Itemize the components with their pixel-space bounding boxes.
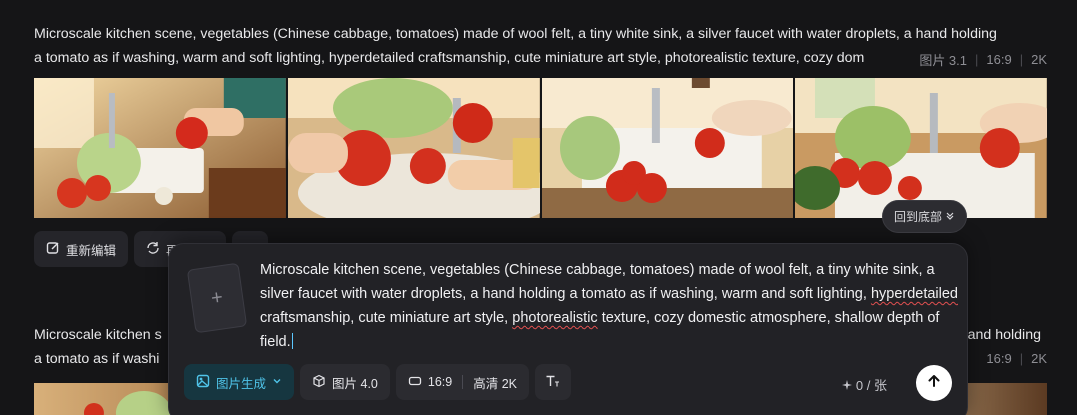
image-mode-icon <box>196 374 210 391</box>
text-caret <box>291 333 293 349</box>
ratio-quality-select[interactable]: 16:9 高清 2K <box>395 364 529 400</box>
prompt-input[interactable]: Microscale kitchen scene, vegetables (Ch… <box>260 258 960 354</box>
model-select[interactable]: 图片 4.0 <box>300 364 390 400</box>
sparkle-icon <box>842 378 856 393</box>
credit-quota: 0 / 张 <box>842 375 887 394</box>
prompt-text-line-2: a tomato as if washing, warm and soft li… <box>34 50 865 66</box>
misspelled-word: photorealistic <box>512 310 598 326</box>
re-edit-button[interactable]: 重新编辑 <box>34 231 129 267</box>
feed-item-1: Microscale kitchen scene, vegetables (Ch… <box>34 22 1047 267</box>
generation-meta: 16:9 | 2K <box>986 351 1047 366</box>
quality-label: 高清 2K <box>473 376 517 391</box>
image-grid <box>34 78 1047 218</box>
chevron-down-icon <box>272 375 282 389</box>
prompt-text-line-1-tail: and holding <box>967 327 1041 343</box>
prompt-composer: + Microscale kitchen scene, vegetables (… <box>168 243 968 415</box>
refresh-icon <box>146 241 160 258</box>
ratio-label: 16:9 <box>427 375 453 389</box>
generated-image-2[interactable] <box>287 78 540 218</box>
generated-image-3[interactable] <box>541 78 794 218</box>
plus-icon: + <box>209 285 225 310</box>
prompt-text-line-1: Microscale kitchen s <box>34 327 162 343</box>
scroll-to-bottom-label: 回到底部 <box>893 210 942 224</box>
send-button[interactable] <box>916 365 952 401</box>
mode-label: 图片生成 <box>216 376 267 391</box>
prompt-text-line-1: Microscale kitchen scene, vegetables (Ch… <box>34 26 997 42</box>
generated-image-4[interactable] <box>795 78 1047 218</box>
double-chevron-down-icon <box>945 210 955 224</box>
aspect-ratio-icon <box>408 374 422 391</box>
misspelled-word: hyperdetailed <box>870 286 959 302</box>
cube-icon <box>312 374 326 391</box>
model-label: 图片 4.0 <box>332 376 378 391</box>
ratio-tag: 16:9 <box>986 351 1012 366</box>
model-tag: 图片 3.1 <box>919 53 967 68</box>
mode-select[interactable]: 图片生成 <box>184 364 295 400</box>
resolution-tag: 2K <box>1031 351 1047 366</box>
composer-toolbar: 图片生成 图片 4.0 16:9 高清 2K <box>184 364 571 400</box>
re-edit-label: 重新编辑 <box>66 243 117 258</box>
generated-image-1[interactable] <box>34 78 286 218</box>
divider <box>462 375 464 389</box>
text-style-button[interactable] <box>534 364 571 400</box>
reference-image-upload[interactable]: + <box>186 262 248 334</box>
quota-value: 0 / 张 <box>855 378 887 393</box>
edit-icon <box>46 241 60 258</box>
generation-meta: 图片 3.1 | 16:9 | 2K <box>919 52 1047 68</box>
ratio-tag: 16:9 <box>986 52 1012 67</box>
prompt-segment: Microscale kitchen scene, vegetables (Ch… <box>260 262 935 302</box>
prompt-segment: craftsmanship, cute miniature art style, <box>260 310 513 326</box>
scroll-to-bottom-button[interactable]: 回到底部 <box>882 200 967 233</box>
arrow-up-icon <box>926 373 942 394</box>
text-format-icon <box>545 374 561 391</box>
prompt-text-line-2: a tomato as if washi <box>34 351 160 367</box>
resolution-tag: 2K <box>1031 52 1047 67</box>
